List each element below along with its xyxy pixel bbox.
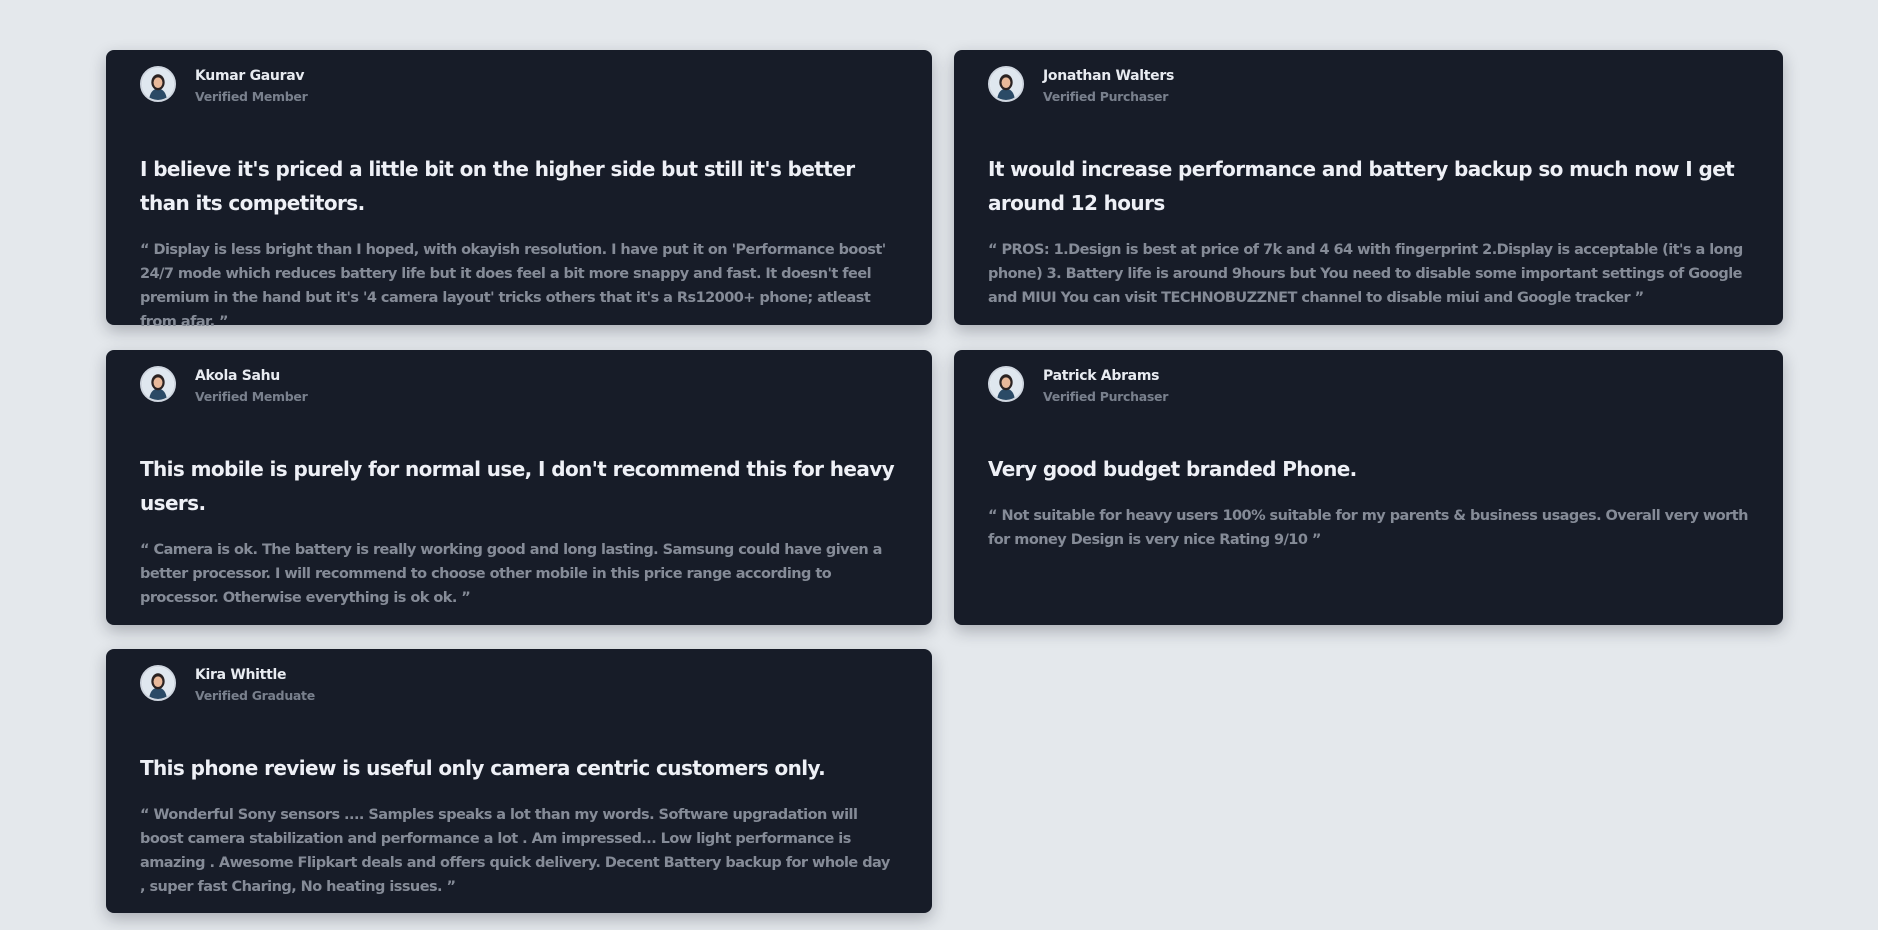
review-card: Jonathan Walters Verified Purchaser It w… — [954, 50, 1783, 325]
user-avatar-icon — [140, 665, 176, 701]
author-name: Patrick Abrams — [1043, 368, 1160, 384]
author-name: Kumar Gaurav — [195, 68, 305, 84]
review-author: Akola Sahu Verified Member — [140, 350, 898, 432]
review-quote: “ Not suitable for heavy users 100% suit… — [988, 508, 1748, 548]
author-name: Jonathan Walters — [1043, 68, 1175, 84]
user-avatar-icon — [988, 366, 1024, 402]
review-card: Kira Whittle Verified Graduate This phon… — [106, 649, 932, 913]
author-role: Verified Graduate — [195, 688, 315, 703]
author-name: Kira Whittle — [195, 667, 287, 683]
author-role: Verified Purchaser — [1043, 389, 1169, 404]
review-author: Kumar Gaurav Verified Member — [140, 50, 898, 132]
review-headline: This phone review is useful only camera … — [140, 756, 826, 780]
author-role: Verified Member — [195, 389, 308, 404]
review-quote: “ Camera is ok. The battery is really wo… — [140, 542, 882, 606]
review-headline: It would increase performance and batter… — [988, 157, 1735, 215]
review-headline: This mobile is purely for normal use, I … — [140, 457, 895, 515]
review-author: Jonathan Walters Verified Purchaser — [988, 50, 1749, 132]
author-role: Verified Purchaser — [1043, 89, 1169, 104]
review-author: Kira Whittle Verified Graduate — [140, 649, 898, 731]
review-quote: “ Wonderful Sony sensors .... Samples sp… — [140, 807, 890, 895]
review-card: Kumar Gaurav Verified Member I believe i… — [106, 50, 932, 330]
user-avatar-icon — [140, 366, 176, 402]
review-quote: “ PROS: 1.Design is best at price of 7k … — [988, 242, 1743, 306]
review-card: Akola Sahu Verified Member This mobile i… — [106, 350, 932, 625]
review-headline: I believe it's priced a little bit on th… — [140, 157, 855, 215]
review-author: Patrick Abrams Verified Purchaser — [988, 350, 1749, 432]
author-name: Akola Sahu — [195, 368, 280, 384]
review-quote: “ Display is less bright than I hoped, w… — [140, 242, 886, 330]
author-role: Verified Member — [195, 89, 308, 104]
review-headline: Very good budget branded Phone. — [988, 457, 1357, 481]
testimonials-grid: Kumar Gaurav Verified Member I believe i… — [0, 0, 1878, 930]
user-avatar-icon — [140, 66, 176, 102]
user-avatar-icon — [988, 66, 1024, 102]
review-card: Patrick Abrams Verified Purchaser Very g… — [954, 350, 1783, 625]
